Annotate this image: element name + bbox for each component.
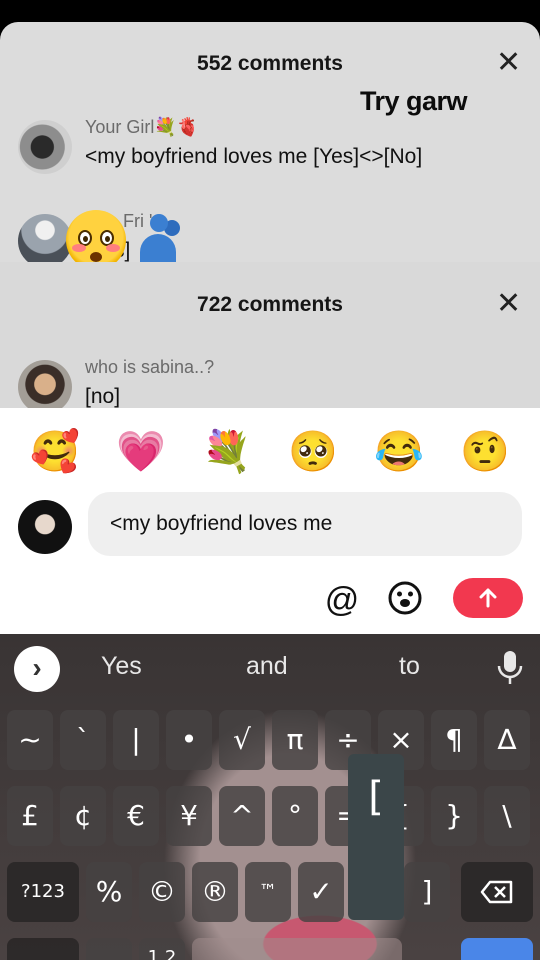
my-avatar [18,500,72,554]
emoji-picker-icon[interactable] [385,580,425,620]
bouquet-icon[interactable]: 💐 [202,428,252,476]
key-preview-popup: [ [348,754,404,920]
close-icon[interactable]: ✕ [496,48,521,78]
flushed-face-icon [66,210,126,270]
chevron-right-icon[interactable]: › [14,646,60,692]
backspace-icon [480,880,513,904]
microphone-icon[interactable] [496,650,524,686]
key[interactable]: ° [272,786,318,846]
comment-input[interactable]: <my boyfriend loves me [88,492,522,556]
key[interactable]: ∆ [484,710,530,770]
quick-emoji-bar: 🥰 💗 💐 🥺 😂 🤨 [0,428,540,488]
comment-username[interactable]: who is sabina..? [85,357,214,378]
close-icon[interactable]: ✕ [496,289,521,319]
key[interactable]: ® [192,862,238,922]
keyboard: › Yes and to ~ ` | • √ π ÷ × ¶ ∆ £ ¢ € ¥… [0,634,540,960]
key[interactable]: ^ [219,786,265,846]
suggestion-item[interactable]: and [246,652,288,681]
mention-icon[interactable]: @ [322,580,362,620]
key[interactable]: √ [219,710,265,770]
enter-key[interactable] [461,938,533,960]
avatar[interactable] [18,360,72,408]
backspace-key[interactable] [461,862,533,922]
avatar[interactable] [18,214,72,268]
space-key[interactable] [192,938,402,960]
reply-panel: 🥰 💗 💐 🥺 😂 🤨 <my boyfriend loves me @ [0,408,540,634]
key[interactable]: ~ [7,710,53,770]
suggestion-strip: › Yes and to [0,634,540,700]
key[interactable]: ¢ [60,786,106,846]
key[interactable]: | [113,710,159,770]
suggestion-item[interactable]: Yes [101,652,142,681]
key[interactable]: ™ [245,862,291,922]
symbols-toggle-key[interactable]: ?123 [7,862,79,922]
key[interactable]: ] [404,862,450,922]
key[interactable]: € [113,786,159,846]
key[interactable]: % [86,862,132,922]
comments-sheet-overlay: 722 comments ✕ who is sabina..? [no] [0,262,540,408]
key[interactable]: ¶ [431,710,477,770]
status-bar [0,0,540,22]
comments-sheet: 552 comments ✕ Try garw Your Girl💐🫀 <my … [0,22,540,408]
key[interactable]: © [139,862,185,922]
send-button[interactable] [453,578,523,618]
key[interactable]: \ [484,786,530,846]
key[interactable]: • [166,710,212,770]
comments-count-title: 552 comments [197,52,343,75]
key[interactable]: £ [7,786,53,846]
growing-heart-icon[interactable]: 💗 [116,428,166,476]
comment-text: <my boyfriend loves me [Yes]<>[No] [85,145,423,168]
key[interactable]: 1 2 [139,938,185,960]
key[interactable]: ` [60,710,106,770]
overlay-caption: Try garw [360,86,468,116]
comments-count-title: 722 comments [197,293,343,316]
pleading-face-icon[interactable]: 🥺 [288,428,338,476]
smiling-face-hearts-icon[interactable]: 🥰 [30,428,80,476]
avatar[interactable] [18,120,72,174]
arrow-up-icon [479,588,497,608]
key[interactable]: π [272,710,318,770]
raised-eyebrow-icon[interactable]: 🤨 [460,428,510,476]
key[interactable] [7,938,79,960]
suggestion-item[interactable]: to [399,652,420,681]
key[interactable]: } [431,786,477,846]
key[interactable] [86,938,132,960]
key[interactable]: ¥ [166,786,212,846]
comment-username[interactable]: Your Girl💐🫀 [85,117,199,138]
key[interactable]: ✓ [298,862,344,922]
tears-of-joy-icon[interactable]: 😂 [374,428,424,476]
comment-text: [no] [85,385,121,408]
